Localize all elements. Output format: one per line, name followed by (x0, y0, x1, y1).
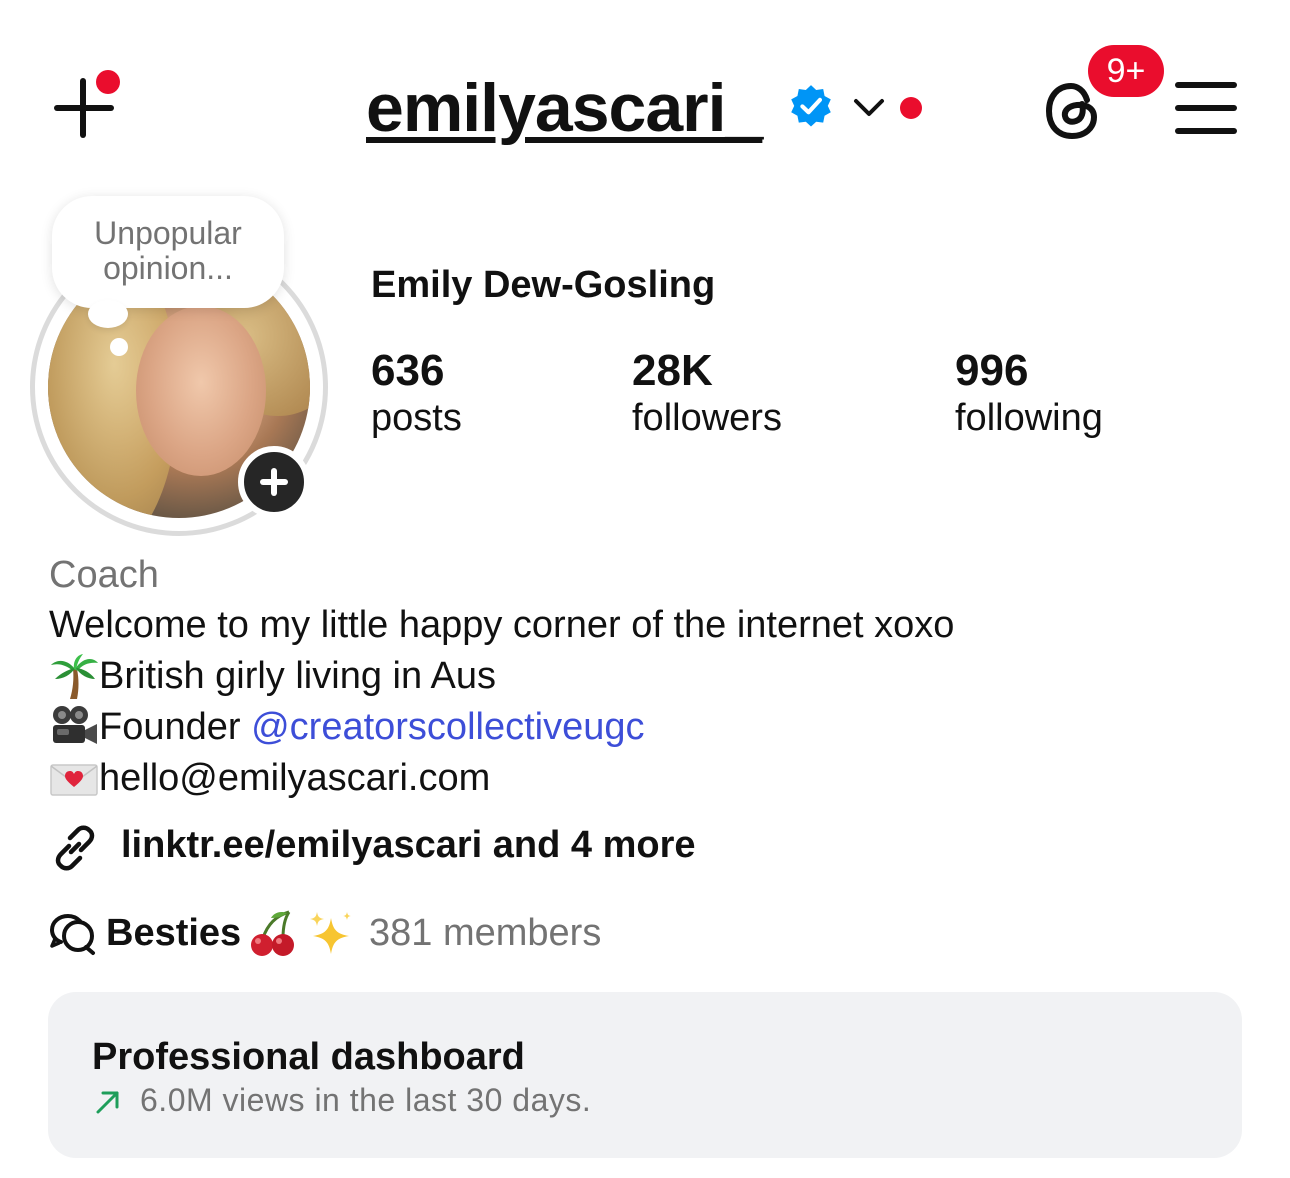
trend-up-arrow-icon (96, 1091, 119, 1114)
dashboard-title: Professional dashboard (92, 1036, 525, 1078)
bio-line-location: British girly living in Aus (49, 653, 496, 699)
posts-label: posts (371, 397, 462, 439)
external-links-text: linktr.ee/emilyascari and 4 more (121, 824, 696, 866)
following-count: 996 (955, 346, 1029, 395)
followers-label: followers (632, 397, 782, 439)
username-switcher[interactable]: emilyascari_ (366, 68, 763, 148)
profile-full-name: Emily Dew-Gosling (371, 264, 716, 306)
verified-badge-icon (791, 85, 831, 127)
posts-stat[interactable]: 636 posts (371, 346, 462, 440)
followers-stat[interactable]: 28K followers (632, 346, 782, 440)
following-label: following (955, 397, 1103, 439)
menu-bar-middle (1175, 105, 1237, 111)
broadcast-channel-members: 381 members (369, 912, 602, 954)
chevron-down-icon[interactable] (852, 96, 886, 120)
profile-category: Coach (49, 554, 159, 596)
note-text: Unpopular opinion... (94, 215, 242, 286)
broadcast-channel-name: Besties (106, 912, 242, 954)
link-icon (55, 825, 95, 871)
followers-count: 28K (632, 346, 713, 395)
hamburger-menu-icon[interactable] (1175, 82, 1237, 134)
menu-bar-bottom (1175, 128, 1237, 134)
create-notification-dot (96, 70, 120, 94)
plus-icon-bar (54, 105, 114, 111)
posts-count: 636 (371, 346, 445, 395)
bio-mention-link[interactable]: @creatorscollectiveugc (251, 706, 644, 748)
bio-line-email: hello@emilyascari.com (49, 755, 490, 801)
create-button[interactable] (50, 70, 130, 142)
bio-line-founder: Founder @creatorscollectiveugc (49, 704, 645, 750)
note-bubble-tail (88, 300, 128, 328)
avatar-face (136, 306, 266, 476)
threads-notification-badge: 9+ (1088, 45, 1164, 97)
dashboard-views-summary: 6.0M views in the last 30 days. (140, 1082, 592, 1118)
movie-camera-emoji (49, 704, 99, 750)
professional-dashboard-card[interactable]: Professional dashboard 6.0M views in the… (48, 992, 1242, 1158)
menu-bar-top (1175, 82, 1237, 88)
plus-icon-bar (260, 479, 288, 485)
bio-email-link[interactable]: hello@emilyascari.com (99, 757, 490, 799)
palm-tree-emoji (49, 653, 99, 699)
bio-line-welcome: Welcome to my little happy corner of the… (49, 604, 955, 646)
bio-location-text: British girly living in Aus (99, 655, 497, 697)
sparkles-emoji (310, 912, 351, 954)
following-stat[interactable]: 996 following (955, 346, 1103, 440)
love-letter-emoji (49, 755, 99, 801)
bio-founder-text: Founder (99, 706, 252, 748)
add-story-button[interactable] (238, 446, 310, 518)
account-notification-dot (900, 97, 922, 119)
cherry-emoji (251, 910, 294, 956)
note-bubble-tail-dot (110, 338, 128, 356)
broadcast-channel-icon (49, 913, 95, 955)
